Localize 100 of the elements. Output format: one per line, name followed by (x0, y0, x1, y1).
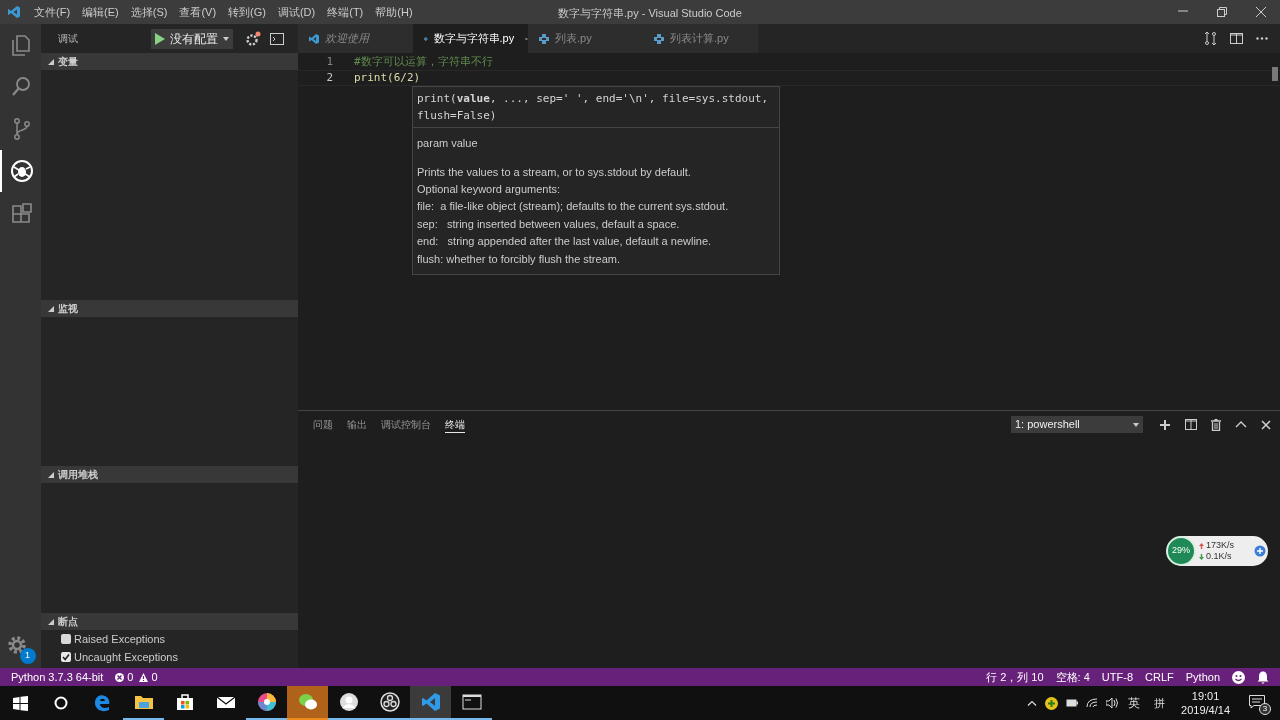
vscode-logo-icon (7, 5, 21, 19)
interpreter-status[interactable]: Python 3.7.3 64-bit (11, 668, 104, 686)
menu-item[interactable]: 查看(V) (173, 3, 223, 21)
bell-icon[interactable] (1257, 670, 1269, 684)
upload-speed: 173K/s (1206, 540, 1235, 551)
menu-item[interactable]: 编辑(E) (76, 3, 125, 21)
editor-tab[interactable]: 列表.py (528, 24, 643, 53)
section-header[interactable]: 调用堆栈 (41, 466, 298, 483)
python-file-icon (539, 33, 549, 44)
plus-icon (1254, 545, 1266, 557)
clock-date: 2019/4/14 (1181, 703, 1230, 717)
caret-icon (223, 36, 229, 41)
split-editor-icon[interactable] (1230, 33, 1243, 44)
scrollbar-thumb (1272, 67, 1278, 81)
tab-label: 列表.py (555, 31, 592, 47)
clock[interactable]: 19:01 2019/4/14 (1181, 689, 1230, 717)
battery-icon[interactable] (1066, 699, 1079, 707)
breakpoint-label: Uncaught Exceptions (74, 649, 178, 665)
restore-icon (1215, 6, 1228, 18)
param-name: param value (417, 136, 479, 151)
shopping-bag-icon (174, 692, 195, 712)
checkbox[interactable] (61, 634, 71, 644)
panel-tab[interactable]: 终端 (445, 416, 465, 433)
input-mode-indicator[interactable]: 拼 (1154, 694, 1166, 712)
more-icon[interactable] (1256, 37, 1268, 40)
notification-badge: 1 (19, 648, 36, 664)
trash-icon[interactable] (1211, 418, 1221, 431)
play-icon (155, 32, 165, 45)
menu-item[interactable]: 调试(D) (271, 3, 322, 21)
menu-item[interactable]: 文件(F) (28, 3, 77, 21)
config-label: 没有配置 (170, 30, 218, 48)
up-arrow-icon (1199, 542, 1204, 549)
settings-button[interactable] (245, 30, 261, 47)
compare-changes-icon[interactable] (1204, 32, 1217, 45)
warning-count[interactable]: 0 (151, 668, 158, 686)
error-count[interactable]: 0 (127, 668, 134, 686)
chevron-up-icon[interactable] (1235, 421, 1247, 428)
section-title: 调用堆栈 (58, 468, 98, 482)
editor-tab[interactable]: 数字与字符串.py (413, 24, 528, 53)
line-number: 2 (325, 69, 333, 86)
download-speed: 0.1K/s (1206, 551, 1232, 562)
plus-icon[interactable] (1159, 418, 1171, 431)
check-icon (62, 653, 70, 661)
checkbox[interactable] (61, 652, 71, 662)
eol-status[interactable]: CRLF (1145, 668, 1174, 686)
panel-tab[interactable]: 调试控制台 (381, 416, 431, 433)
terminal-window-icon (461, 692, 482, 712)
notification-center-button[interactable]: 3 (1244, 686, 1274, 720)
tab-label: 列表计算.py (670, 31, 729, 47)
menu-item[interactable]: 转到(G) (222, 3, 272, 21)
chevron-up-icon[interactable] (1027, 700, 1038, 706)
dropdown-value: 1: powershell (1015, 417, 1080, 433)
encoding-status[interactable]: UTF-8 (1101, 668, 1133, 686)
search-circle-icon (54, 696, 68, 710)
section-header[interactable]: 断点 (41, 613, 298, 630)
terminal-dropdown[interactable]: 1: powershell (1011, 416, 1143, 433)
code-line: #数字可以运算，字符串不行 (354, 53, 493, 70)
tab-label: 欢迎使用 (325, 31, 369, 47)
section-header[interactable]: 变量 (41, 53, 298, 70)
expanded-icon (48, 471, 54, 478)
console-icon (270, 32, 284, 45)
language-status[interactable]: Python (1185, 668, 1220, 686)
cpu-usage-gauge: 29% (1166, 536, 1196, 566)
position-status[interactable]: 行 2，列 10 (986, 668, 1044, 686)
clock-time: 19:01 (1191, 689, 1220, 703)
volume-icon[interactable] (1106, 698, 1121, 708)
obs-icon (379, 692, 400, 712)
breakpoint-label: Raised Exceptions (74, 631, 166, 647)
debug-config-dropdown[interactable]: 没有配置 (151, 28, 233, 49)
menu-item[interactable]: 选择(S) (124, 3, 174, 21)
security-plus-icon[interactable] (1045, 696, 1059, 710)
doc-line: end: string appended after the last value, default a newline. (417, 234, 713, 250)
split-terminal-icon[interactable] (1185, 419, 1197, 430)
input-language-indicator[interactable]: 英 (1128, 694, 1141, 712)
debug-console-button[interactable] (270, 32, 284, 45)
indent-status[interactable]: 空格: 4 (1055, 668, 1090, 686)
down-arrow-icon (1199, 553, 1204, 560)
wifi-icon[interactable] (1086, 698, 1099, 708)
settings-button[interactable]: 1 (5, 634, 36, 664)
warning-icon (139, 672, 149, 682)
code-line: print(6/2) (354, 69, 421, 86)
section-header[interactable]: 监视 (41, 300, 298, 317)
settings-icon (5, 634, 28, 656)
expanded-icon (48, 58, 54, 65)
windows-logo-icon (12, 695, 28, 711)
notification-count: 3 (1259, 703, 1271, 715)
user-avatar-icon (338, 692, 359, 712)
smiley-icon[interactable] (1232, 670, 1245, 684)
menu-item[interactable]: 终端(T) (321, 3, 370, 21)
caret-icon (1133, 422, 1139, 427)
panel-tab[interactable]: 问题 (313, 416, 333, 433)
menu-item[interactable]: 帮助(H) (369, 3, 419, 21)
window-title: 数字与字符串.py - Visual Studio Code (558, 6, 742, 21)
panel-tab[interactable]: 输出 (347, 416, 367, 433)
editor-tab[interactable]: 列表计算.py (643, 24, 758, 53)
vscode-logo-icon (309, 33, 319, 44)
debug-icon (9, 159, 34, 183)
line-number: 1 (325, 53, 333, 70)
editor-tab[interactable]: 欢迎使用 (298, 24, 413, 53)
close-icon[interactable] (1261, 419, 1271, 430)
